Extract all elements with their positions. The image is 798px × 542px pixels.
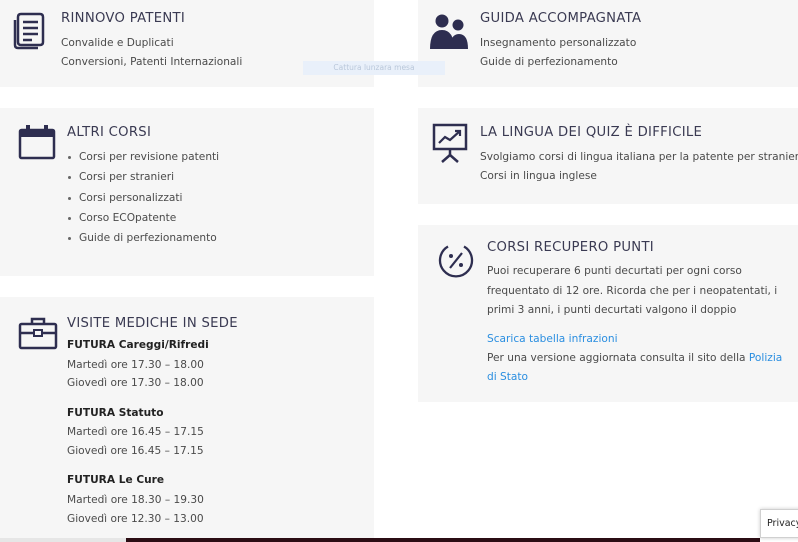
card-altri-corsi: ALTRI CORSI Corsi per revisione patenti … (0, 108, 374, 276)
card-title: ALTRI CORSI (67, 125, 152, 140)
sede-hours: Giovedì ore 16.45 – 17.15 (67, 445, 204, 457)
floating-overlay: Cattura lunzara mesa (303, 61, 445, 75)
document-icon (13, 12, 45, 50)
card-text: Svolgiamo corsi di lingua italiana per l… (480, 151, 798, 163)
list-item: Corsi personalizzati (65, 188, 219, 208)
card-text: Corsi in lingua inglese (480, 170, 597, 182)
polizia-link-continued[interactable]: di Stato (487, 367, 528, 388)
sede-hours: Martedì ore 18.30 – 19.30 (67, 494, 204, 506)
card-title: VISITE MEDICHE IN SEDE (67, 316, 238, 331)
percent-circle-icon (438, 245, 474, 278)
sede-hours: Giovedì ore 12.30 – 13.00 (67, 513, 204, 525)
card-title: CORSI RECUPERO PUNTI (487, 240, 654, 255)
course-list: Corsi per revisione patenti Corsi per st… (65, 147, 219, 248)
users-icon (430, 14, 468, 49)
sede-name: FUTURA Le Cure (67, 474, 165, 486)
footer-strip-left (0, 538, 126, 542)
card-text: Convalide e Duplicati (61, 37, 174, 49)
sede-name: FUTURA Statuto (67, 407, 164, 419)
list-item: Corsi per revisione patenti (65, 147, 219, 167)
privacy-badge[interactable]: Privacy (760, 509, 798, 538)
sede-name: FUTURA Careggi/Rifredi (67, 339, 209, 351)
sede-hours: Giovedì ore 17.30 – 18.00 (67, 377, 204, 389)
list-item: Guide di perfezionamento (65, 228, 219, 248)
card-text: Guide di perfezionamento (480, 56, 618, 68)
version-note: Per una versione aggiornata consulta il … (487, 352, 746, 364)
card-guida-accompagnata: GUIDA ACCOMPAGNATA Insegnamento personal… (418, 0, 798, 87)
card-recupero-punti: CORSI RECUPERO PUNTI Puoi recuperare 6 p… (418, 225, 798, 402)
card-title: RINNOVO PATENTI (61, 11, 186, 26)
card-text: Per una versione aggiornata consulta il … (487, 348, 782, 369)
card-text: Puoi recuperare 6 punti decurtati per og… (487, 265, 742, 277)
list-item: Corsi per stranieri (65, 167, 219, 187)
sede-hours: Martedì ore 16.45 – 17.15 (67, 426, 204, 438)
calendar-icon (18, 125, 56, 160)
list-item: Corso ECOpatente (65, 208, 219, 228)
download-table-link[interactable]: Scarica tabella infrazioni (487, 329, 618, 350)
briefcase-icon (18, 317, 58, 350)
card-text: Insegnamento personalizzato (480, 37, 637, 49)
card-text: frequentato di 12 ore. Ricorda che per i… (487, 285, 778, 297)
polizia-link[interactable]: Polizia (749, 352, 782, 364)
footer-strip (126, 538, 760, 542)
card-title: LA LINGUA DEI QUIZ È DIFFICILE (480, 125, 703, 140)
card-text: Conversioni, Patenti Internazionali (61, 56, 243, 68)
card-text: primi 3 anni, i punti decurtati valgono … (487, 304, 737, 316)
presentation-chart-icon (432, 123, 468, 163)
card-visite-mediche: VISITE MEDICHE IN SEDE FUTURA Careggi/Ri… (0, 297, 374, 542)
card-title: GUIDA ACCOMPAGNATA (480, 11, 642, 26)
card-lingua-quiz: LA LINGUA DEI QUIZ È DIFFICILE Svolgiamo… (418, 108, 798, 204)
